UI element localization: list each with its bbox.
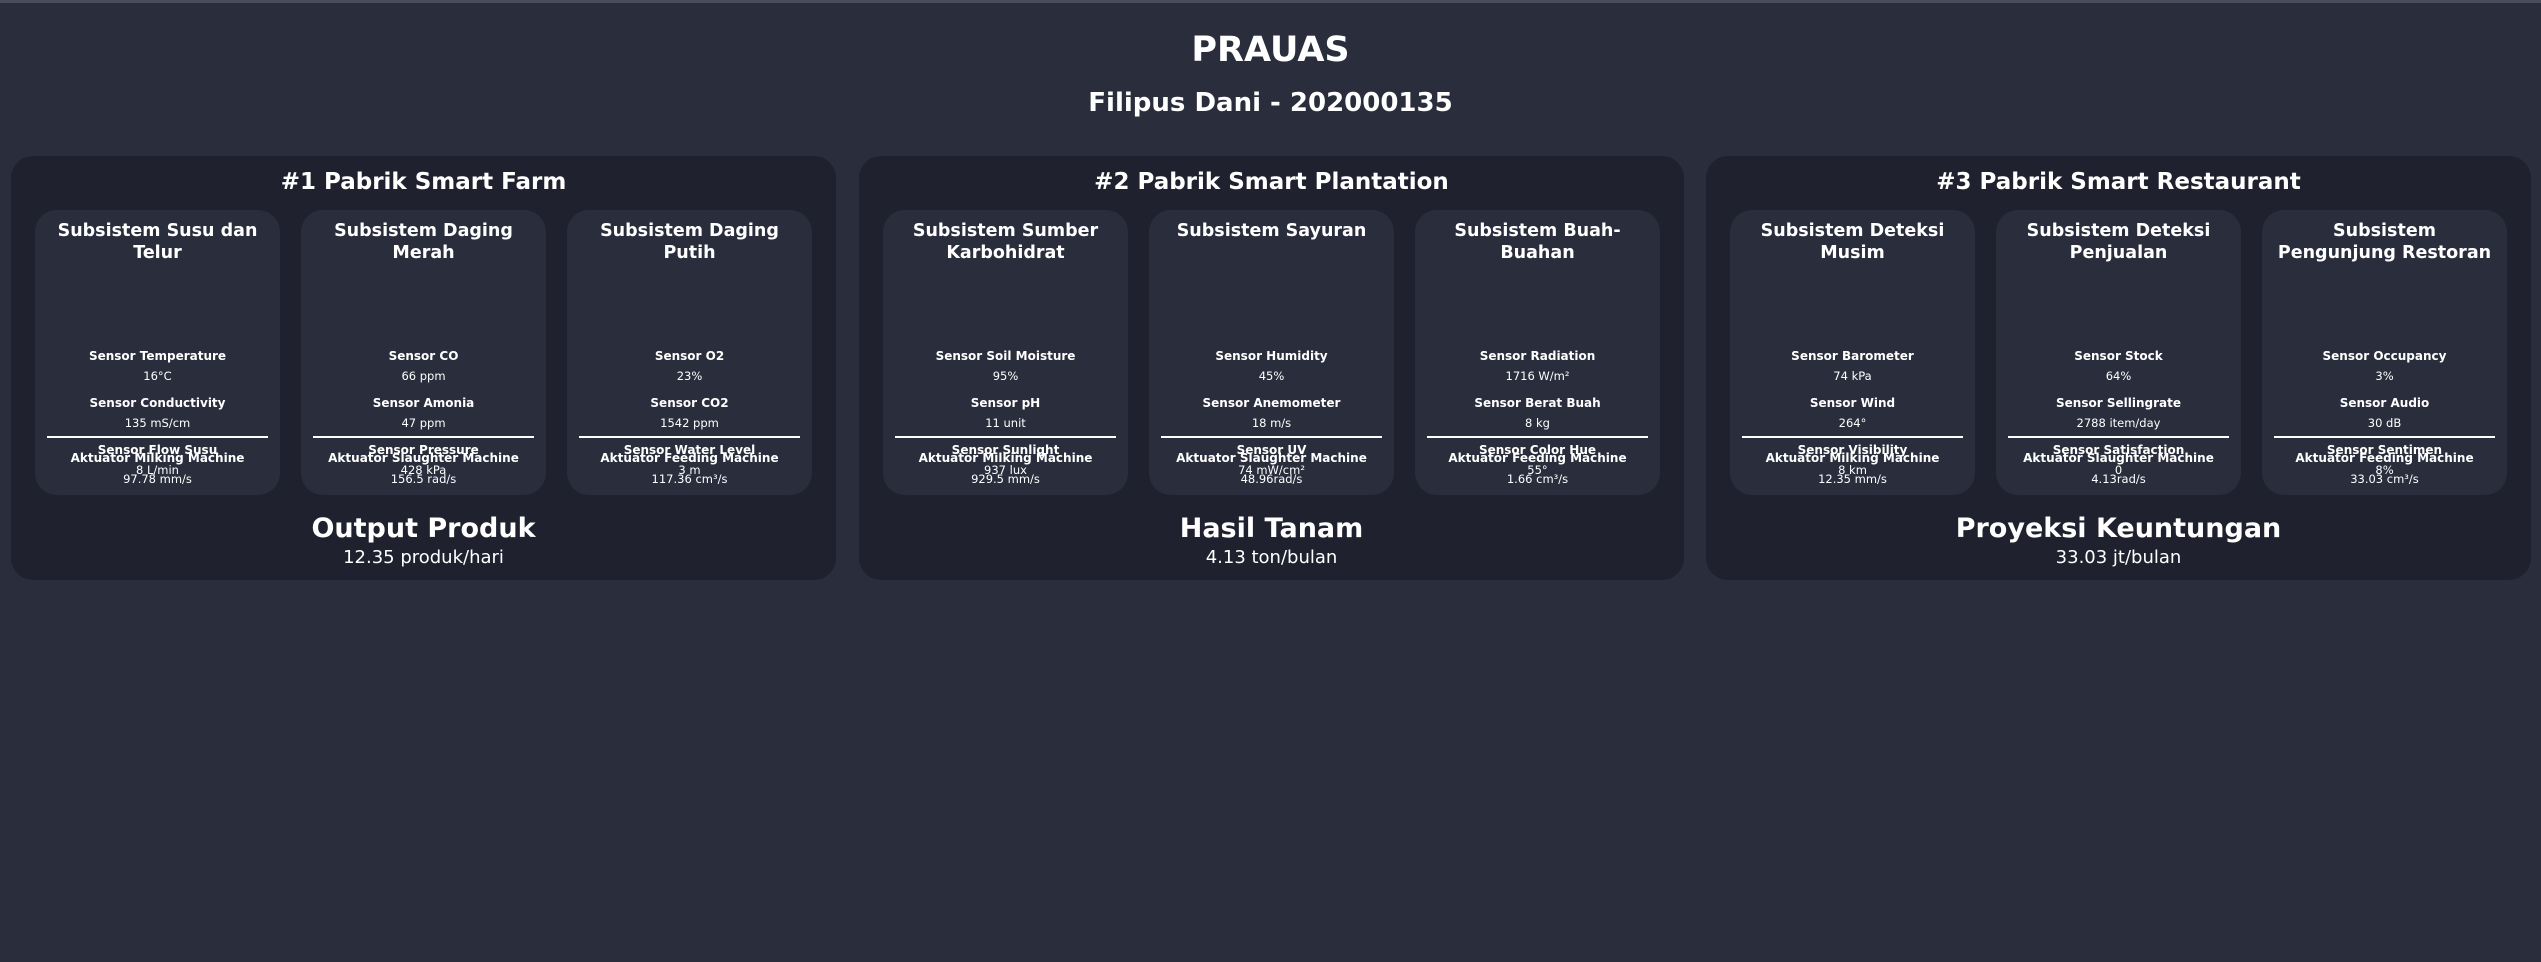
sensor-name: Sensor Berat Buah	[1474, 396, 1601, 410]
actuator-value: 929.5 mm/s	[971, 472, 1040, 486]
sensor-value: 1542 ppm	[660, 416, 719, 430]
sensor-name: Sensor Humidity	[1215, 349, 1328, 363]
divider	[895, 436, 1116, 438]
sensor-value: 135 mS/cm	[124, 416, 191, 430]
subsystem-title: Subsistem Daging Putih	[600, 221, 779, 263]
actuator-name: Aktuator Milking Machine	[70, 451, 245, 465]
actuator-value: 4.13rad/s	[2091, 472, 2146, 486]
sensor-name: Sensor pH	[970, 396, 1041, 410]
actuator-value: 97.78 mm/s	[123, 472, 192, 486]
divider	[313, 436, 534, 438]
sensor-name: Sensor Sellingrate	[2056, 396, 2181, 410]
actuator-value: 48.96rad/s	[1240, 472, 1303, 486]
divider	[1427, 436, 1648, 438]
subsystem-card: Subsistem Deteksi Penjualan Sensor Stock…	[1996, 210, 2241, 495]
sensor-value: 47 ppm	[401, 416, 446, 430]
sensor-value: 64%	[2105, 369, 2132, 383]
top-border	[0, 0, 2541, 3]
sensor-value: 1716 W/m²	[1505, 369, 1570, 383]
sensor-value: 3%	[2375, 369, 2394, 383]
output-title: Output Produk	[311, 513, 536, 544]
subsystem-card: Subsistem Sayuran Sensor Humidity 45% Sens…	[1149, 210, 1394, 495]
subsystem-title: Subsistem Daging Merah	[334, 221, 513, 263]
factory-title: #3 Pabrik Smart Restaurant	[1936, 169, 2301, 195]
divider	[579, 436, 800, 438]
subsystem-card: Subsistem Daging Putih Sensor O2 23% Senso…	[567, 210, 812, 495]
sensor-value: 8 kg	[1525, 416, 1550, 430]
output-title: Hasil Tanam	[1179, 513, 1364, 544]
page-subtitle: Filipus Dani - 202000135	[1088, 88, 1453, 118]
output-value: 12.35 produk/hari	[343, 547, 504, 568]
sensor-name: Sensor Audio	[2339, 396, 2430, 410]
sensor-name: Sensor Wind	[1809, 396, 1896, 410]
sensor-value: 66 ppm	[401, 369, 446, 383]
actuator-name: Aktuator Slaughter Machine	[1176, 451, 1367, 465]
output-value: 33.03 jt/bulan	[2055, 547, 2182, 568]
factory-title: #1 Pabrik Smart Farm	[280, 169, 567, 195]
sensor-name: Sensor Temperature	[88, 349, 227, 363]
subsystem-title: Subsistem Deteksi Penjualan	[2026, 221, 2211, 263]
actuator-value: 1.66 cm³/s	[1506, 472, 1569, 486]
sensor-name: Sensor Barometer	[1791, 349, 1914, 363]
sensor-value: 2788 item/day	[2076, 416, 2161, 430]
sensor-name: Sensor CO	[388, 349, 459, 363]
divider	[1742, 436, 1963, 438]
actuator-name: Aktuator Feeding Machine	[1448, 451, 1627, 465]
sensor-value: 18 m/s	[1251, 416, 1292, 430]
subsystem-title: Subsistem Buah-Buahan	[1454, 221, 1621, 263]
sensor-value: 95%	[992, 369, 1019, 383]
actuator-name: Aktuator Feeding Machine	[2295, 451, 2474, 465]
subsystem-title: Subsistem Pengunjung Restoran	[2277, 221, 2492, 263]
subsystem-title: Subsistem Susu dan Telur	[57, 221, 258, 263]
divider	[1161, 436, 1382, 438]
actuator-name: Aktuator Milking Machine	[918, 451, 1093, 465]
divider	[2274, 436, 2495, 438]
sensor-name: Sensor Radiation	[1479, 349, 1596, 363]
actuator-value: 156.5 rad/s	[390, 472, 457, 486]
sensor-name: Sensor Soil Moisture	[935, 349, 1076, 363]
sensor-name: Sensor Occupancy	[2322, 349, 2447, 363]
output-value: 4.13 ton/bulan	[1205, 547, 1338, 568]
sensor-value: 30 dB	[2367, 416, 2402, 430]
output-title: Proyeksi Keuntungan	[1955, 513, 2282, 544]
sensor-name: Sensor CO2	[650, 396, 729, 410]
subsystem-card: Subsistem Sumber Karbohidrat Sensor Soil…	[883, 210, 1128, 495]
subsystem-title: Subsistem Sumber Karbohidrat	[912, 221, 1099, 263]
sensor-name: Sensor O2	[654, 349, 725, 363]
subsystem-card: Subsistem Daging Merah Sensor CO 66 ppm Se…	[301, 210, 546, 495]
sensor-value: 16°C	[143, 369, 172, 383]
sensor-name: Sensor Amonia	[372, 396, 475, 410]
factory-title: #2 Pabrik Smart Plantation	[1094, 169, 1449, 195]
factory-card-smart-restaurant: #3 Pabrik Smart Restaurant Subsistem Det…	[1706, 156, 2531, 580]
subsystem-title: Subsistem Deteksi Musim	[1760, 221, 1945, 263]
sensor-value: 11 unit	[985, 416, 1026, 430]
actuator-name: Aktuator Slaughter Machine	[2023, 451, 2214, 465]
actuator-name: Aktuator Slaughter Machine	[328, 451, 519, 465]
factory-card-smart-plantation: #2 Pabrik Smart Plantation Subsistem Sum…	[859, 156, 1684, 580]
divider	[47, 436, 268, 438]
sensor-value: 74 kPa	[1833, 369, 1872, 383]
actuator-value: 12.35 mm/s	[1818, 472, 1887, 486]
factory-card-smart-farm: #1 Pabrik Smart Farm Subsistem Susu dan …	[11, 156, 836, 580]
sensor-value: 23%	[676, 369, 703, 383]
sensor-name: Sensor Stock	[2074, 349, 2163, 363]
subsystem-title: Subsistem Sayuran	[1176, 221, 1367, 241]
subsystem-card: Subsistem Susu dan Telur Sensor Temperat…	[35, 210, 280, 495]
actuator-name: Aktuator Milking Machine	[1765, 451, 1940, 465]
actuator-name: Aktuator Feeding Machine	[600, 451, 779, 465]
sensor-value: 45%	[1258, 369, 1285, 383]
subsystem-card: Subsistem Pengunjung Restoran Sensor Occ…	[2262, 210, 2507, 495]
sensor-name: Sensor Conductivity	[89, 396, 226, 410]
subsystem-card: Subsistem Buah-Buahan Sensor Radiation 17…	[1415, 210, 1660, 495]
actuator-value: 33.03 cm³/s	[2350, 472, 2419, 486]
actuator-value: 117.36 cm³/s	[651, 472, 728, 486]
page-title: PRAUAS	[1191, 30, 1350, 70]
subsystem-card: Subsistem Deteksi Musim Sensor Barometer…	[1730, 210, 1975, 495]
sensor-name: Sensor Anemometer	[1202, 396, 1341, 410]
divider	[2008, 436, 2229, 438]
sensor-value: 264°	[1838, 416, 1867, 430]
